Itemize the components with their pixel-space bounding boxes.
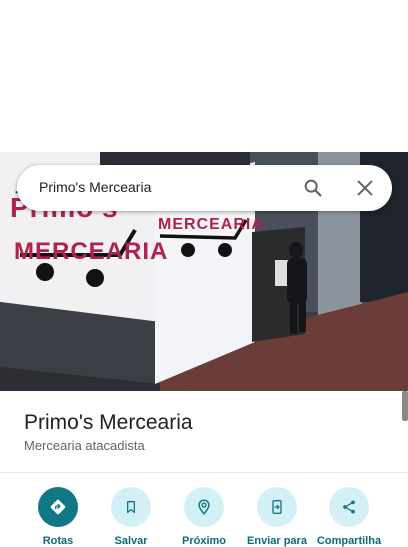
search-bar[interactable]: Primo's Mercearia [17, 165, 392, 211]
save-button[interactable]: Salvar [91, 487, 171, 547]
nearby-icon [184, 487, 224, 527]
send-to-phone-button[interactable]: Enviar para [237, 487, 317, 547]
directions-label: Rotas [42, 535, 74, 547]
search-icon[interactable] [302, 177, 324, 199]
send-to-phone-icon [257, 487, 297, 527]
bookmark-icon [111, 487, 151, 527]
divider [0, 472, 408, 473]
search-input[interactable]: Primo's Mercearia [39, 179, 151, 195]
directions-button[interactable]: Rotas [18, 487, 98, 547]
sign-text-mercearia-left: MERCEARIA [14, 238, 169, 265]
close-icon[interactable] [354, 177, 376, 199]
place-category: Mercearia atacadista [24, 438, 145, 453]
share-button[interactable]: Compartilha [309, 487, 389, 547]
action-buttons-row: Rotas Salvar Próximo Enviar para Compart… [0, 487, 408, 547]
share-label: Compartilha [316, 535, 382, 547]
save-label: Salvar [114, 535, 148, 547]
place-info-panel: Primo's Mercearia Mercearia atacadista R… [0, 391, 408, 547]
top-blank-area [0, 0, 408, 152]
panel-scrollbar[interactable] [402, 391, 408, 421]
directions-icon [38, 487, 78, 527]
sign-text-mercearia-right: MERCEARIA [158, 216, 264, 233]
nearby-label: Próximo [181, 535, 226, 547]
place-title: Primo's Mercearia [24, 411, 193, 434]
send-to-phone-label: Enviar para [247, 535, 307, 547]
share-icon [329, 487, 369, 527]
nearby-button[interactable]: Próximo [164, 487, 244, 547]
